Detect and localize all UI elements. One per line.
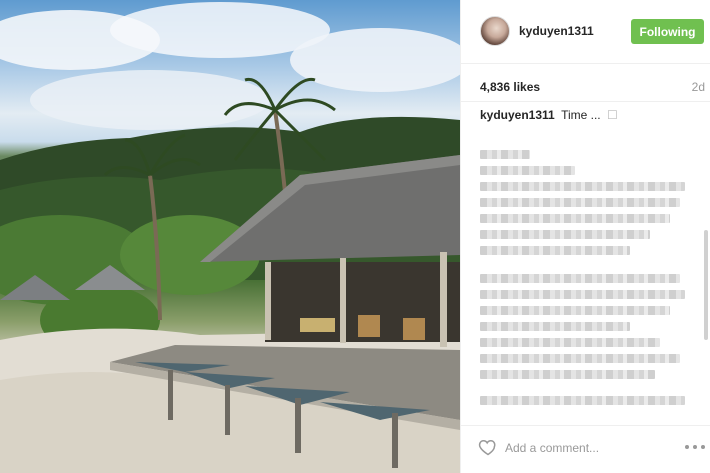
- caption-author-link[interactable]: kyduyen1311: [480, 108, 555, 122]
- blurred-text: [480, 274, 680, 283]
- blurred-text: [480, 354, 680, 363]
- likes-count[interactable]: 4,836 likes: [480, 80, 540, 94]
- caption: kyduyen1311 Time ... ☐: [480, 108, 618, 122]
- post-photo[interactable]: [0, 0, 460, 473]
- blurred-text: [480, 246, 630, 255]
- blurred-text: [480, 306, 670, 315]
- add-comment-input[interactable]: [505, 438, 675, 458]
- following-button[interactable]: Following: [631, 19, 704, 44]
- blurred-text: [480, 182, 685, 191]
- blurred-text: [480, 230, 650, 239]
- blurred-text: [480, 150, 530, 159]
- instagram-post-modal: kyduyen1311 Following 4,836 likes 2d kyd…: [0, 0, 710, 473]
- blurred-text: [480, 198, 680, 207]
- avatar[interactable]: [480, 16, 510, 46]
- blurred-text: [480, 166, 575, 175]
- comments-section[interactable]: kyduyen1311 Time ... ☐: [461, 102, 710, 425]
- blurred-text: [480, 396, 685, 405]
- caption-text: Time ...: [561, 108, 601, 122]
- blurred-text: [480, 290, 685, 299]
- blurred-text: [480, 214, 670, 223]
- post-header: kyduyen1311 Following: [461, 0, 710, 64]
- post-side-panel: kyduyen1311 Following 4,836 likes 2d kyd…: [460, 0, 710, 473]
- more-options-icon[interactable]: [685, 439, 705, 453]
- comments-scrollbar[interactable]: [704, 230, 708, 340]
- heart-icon[interactable]: [478, 437, 498, 457]
- post-stats: 4,836 likes 2d: [461, 64, 710, 102]
- caption-emoji: ☐: [606, 108, 618, 122]
- photo-illustration: [0, 2, 460, 473]
- post-time[interactable]: 2d: [692, 80, 705, 94]
- blurred-text: [480, 322, 630, 331]
- blurred-text: [480, 370, 655, 379]
- username-link[interactable]: kyduyen1311: [519, 24, 594, 38]
- blurred-text: [480, 338, 660, 347]
- post-footer: [461, 425, 710, 473]
